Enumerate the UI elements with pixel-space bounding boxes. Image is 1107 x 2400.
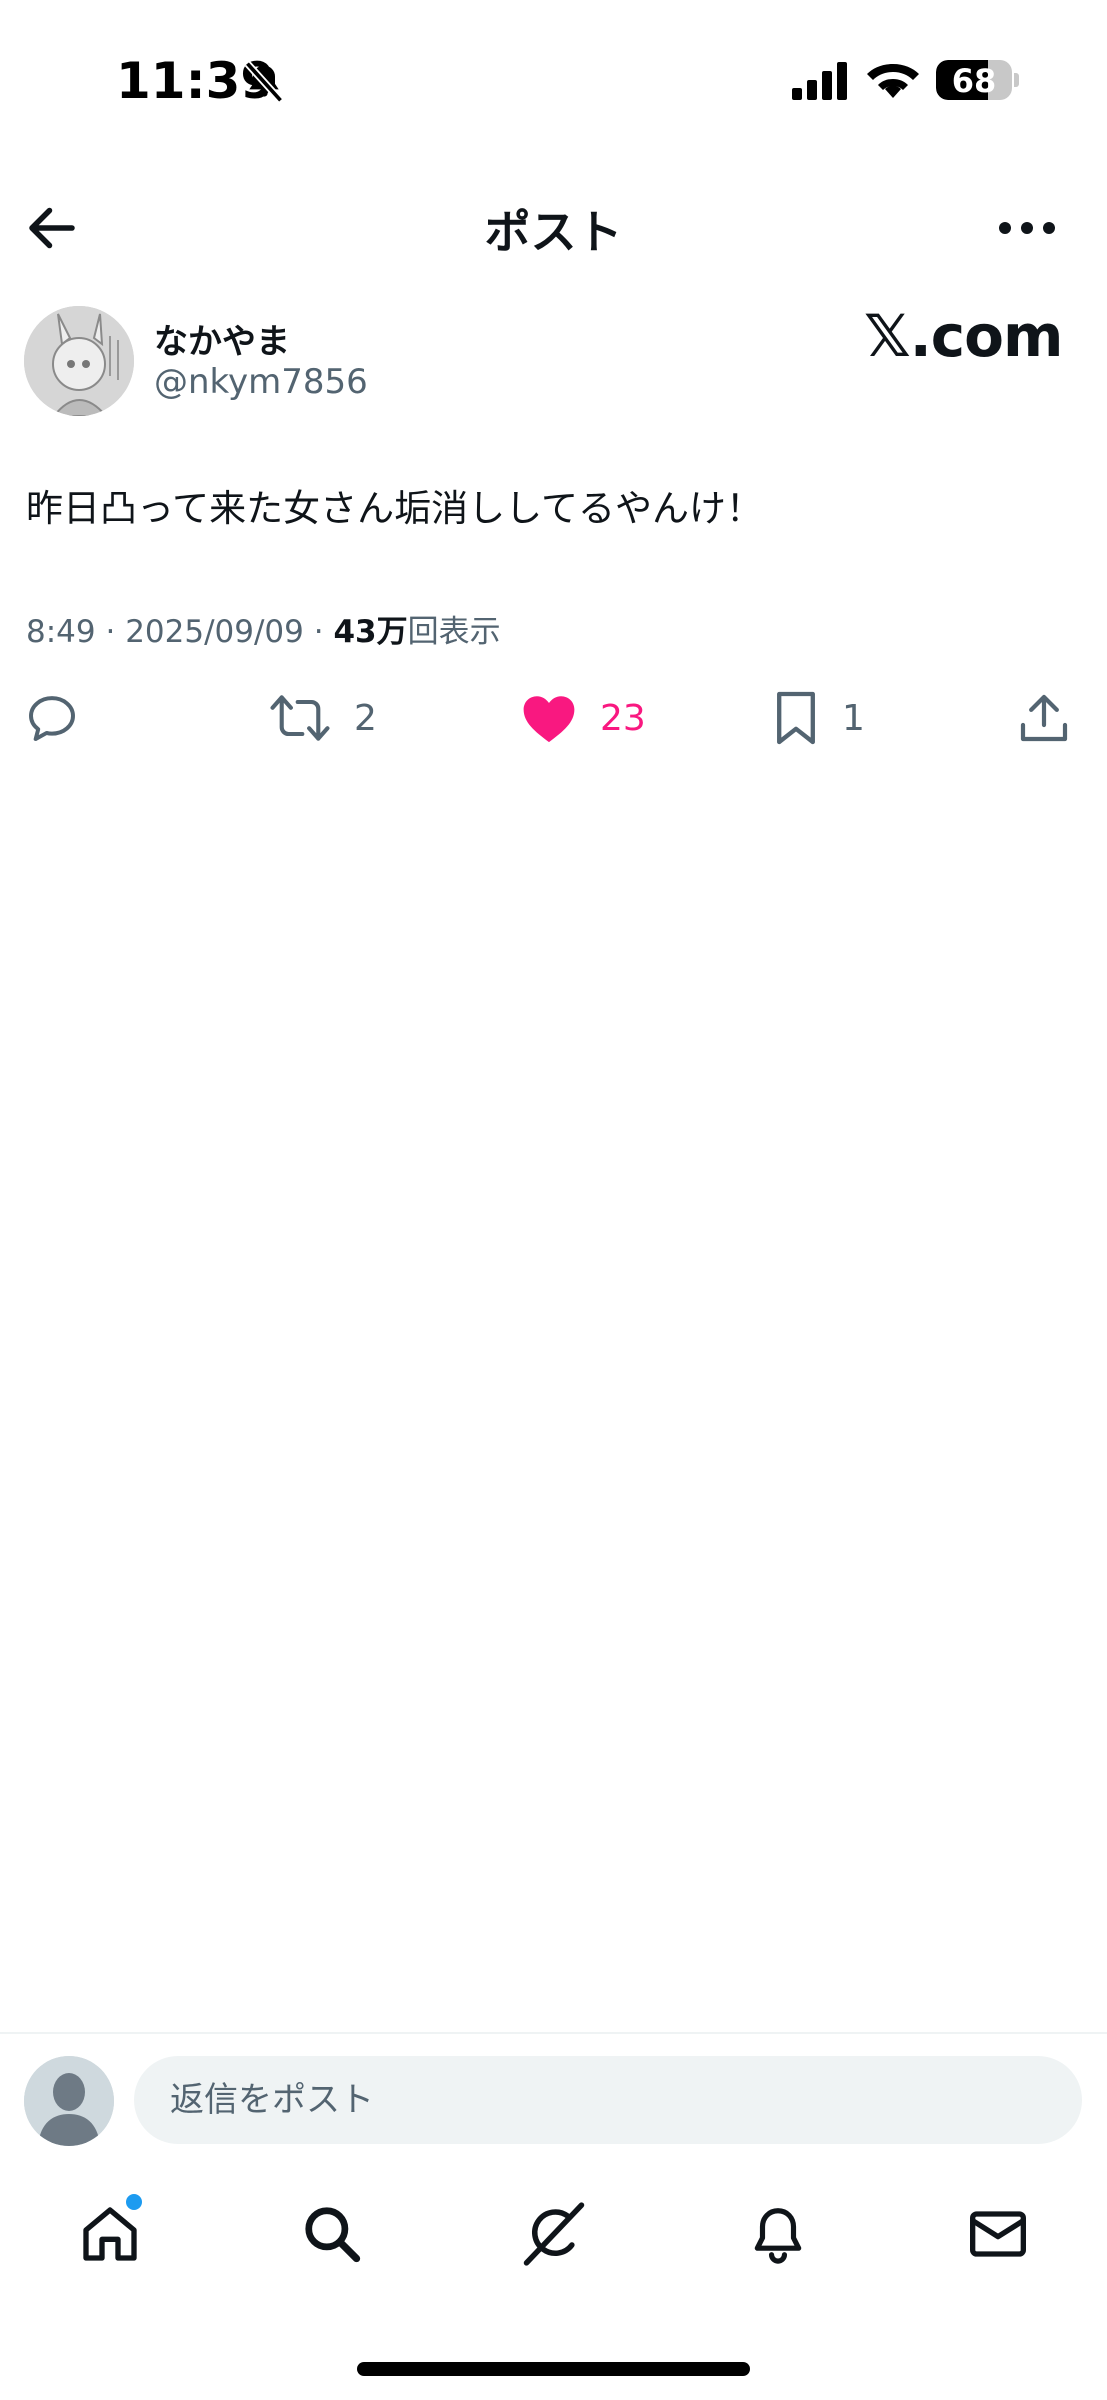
home-icon [83,2207,137,2261]
reply-button[interactable] [24,686,102,750]
meta-separator: · [313,614,324,650]
home-indicator [357,2362,750,2376]
tab-search[interactable] [292,2196,372,2272]
tab-grok[interactable] [514,2196,594,2272]
bookmark-icon [777,691,815,745]
bookmark-count: 1 [842,697,865,739]
avatar[interactable] [24,306,134,416]
bell-slash-icon [242,60,286,104]
meta-separator: · [105,614,116,650]
views-label[interactable]: 回表示 [408,614,501,650]
tab-messages[interactable] [958,2196,1038,2272]
repost-icon [270,695,330,741]
more-button[interactable] [996,208,1058,248]
heart-filled-icon [523,696,575,743]
repost-button[interactable]: 2 [268,686,377,750]
search-icon [305,2207,361,2263]
post-time: 8:49 [26,614,96,650]
like-count: 23 [600,697,646,739]
reply-icon [29,696,75,741]
default-avatar-icon [24,2056,114,2146]
repost-count: 2 [354,697,377,739]
source-badge: 𝕏.com [864,302,1063,370]
views-count[interactable]: 43万 [333,614,407,650]
page-title: ポスト [484,205,623,259]
bell-icon [754,2208,802,2264]
grok-icon [523,2202,585,2266]
post-meta: 8:49 · 2025/09/09 · 43万回表示 [26,606,501,651]
like-button[interactable]: 23 [520,686,646,750]
reply-divider [0,2032,1107,2034]
signal-icon [792,62,850,100]
author-handle[interactable]: @nkym7856 [154,362,368,402]
mail-icon [970,2211,1026,2257]
tab-notifications[interactable] [738,2196,818,2272]
home-badge-dot [126,2194,142,2210]
more-horizontal-icon [999,222,1055,234]
battery-level: 68 [951,62,997,100]
post-date: 2025/09/09 [125,614,304,650]
battery-cap [1014,73,1019,87]
author-name[interactable]: なかやま [154,314,290,363]
share-button[interactable] [1016,686,1072,750]
battery-icon: 68 [936,60,1012,100]
share-icon [1020,694,1068,742]
wifi-icon [866,58,920,100]
reply-avatar [24,2056,114,2146]
reply-input[interactable] [134,2056,1082,2144]
post-text: 昨日凸って来た女さん垢消ししてるやんけ！ [26,487,764,530]
bookmark-button[interactable]: 1 [772,686,865,750]
